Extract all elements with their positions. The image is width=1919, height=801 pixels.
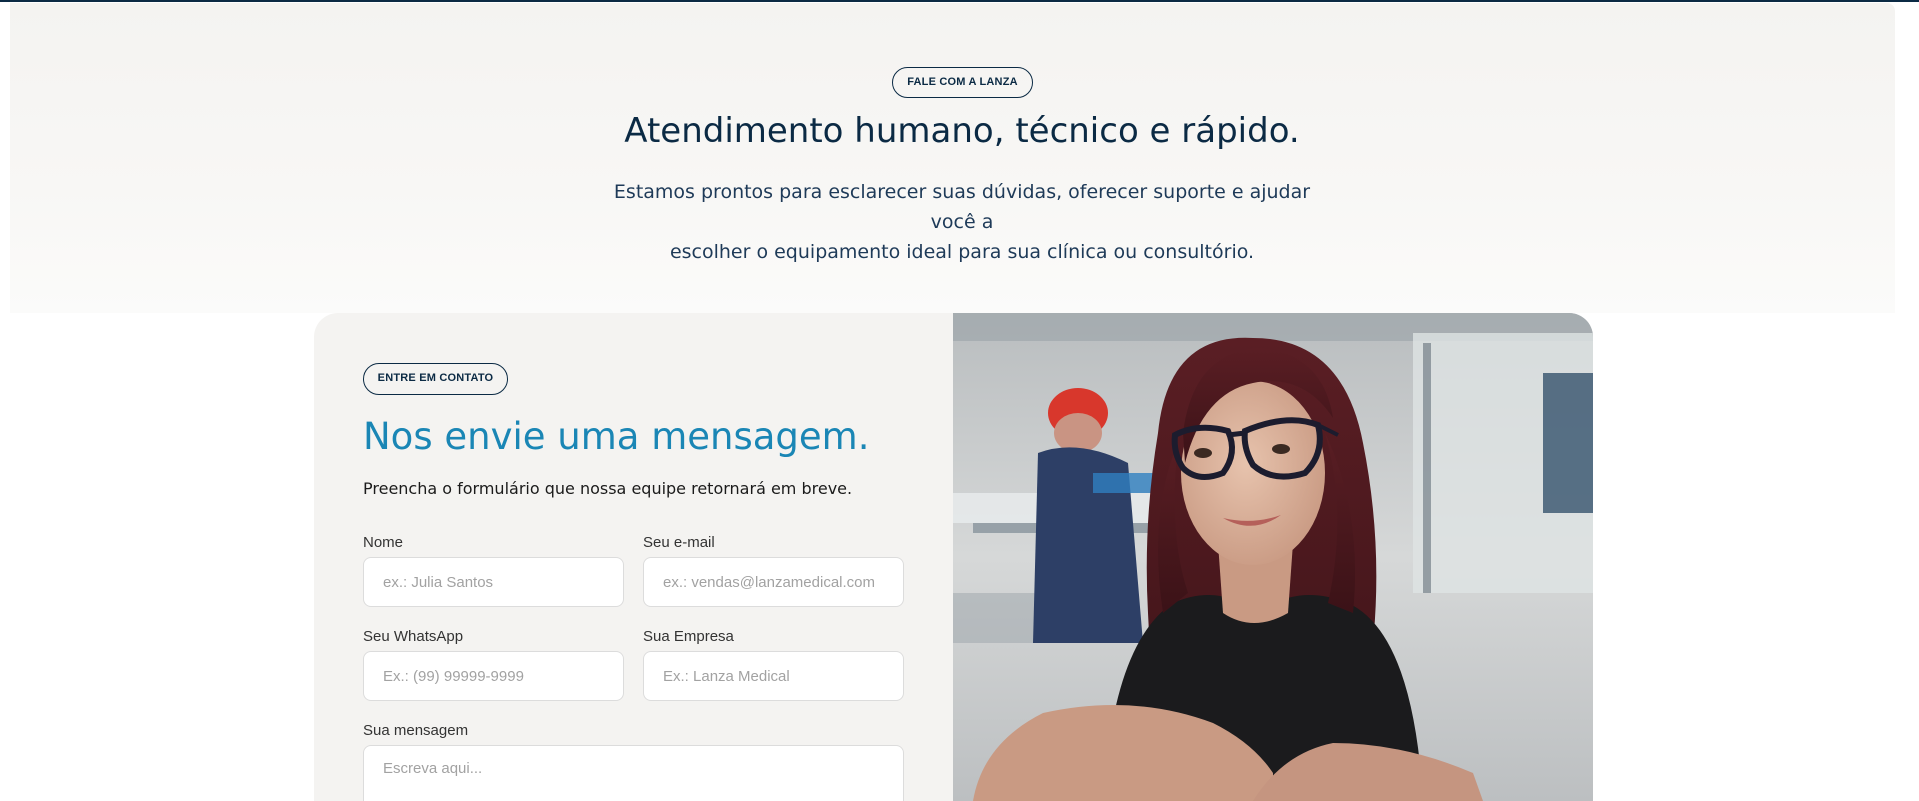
name-input[interactable] [363, 557, 624, 607]
contact-photo [953, 313, 1593, 801]
contact-badge: ENTRE EM CONTATO [363, 363, 508, 395]
contact-form-panel: ENTRE EM CONTATO Nos envie uma mensagem.… [314, 313, 953, 801]
hero-section: FALE COM A LANZA Atendimento humano, téc… [10, 3, 1895, 313]
whatsapp-input[interactable] [363, 651, 624, 701]
company-label: Sua Empresa [643, 628, 734, 645]
whatsapp-label: Seu WhatsApp [363, 628, 464, 645]
top-border [0, 0, 1919, 2]
hero-title: Atendimento humano, técnico e rápido. [624, 111, 1300, 151]
hero-subtitle-line-1: Estamos prontos para esclarecer suas dúv… [613, 181, 1311, 233]
email-label: Seu e-mail [643, 534, 715, 551]
hero-subtitle-line-2: escolher o equipamento ideal para sua cl… [669, 241, 1255, 263]
hero-badge: FALE COM A LANZA [892, 67, 1033, 98]
message-textarea[interactable] [363, 745, 904, 801]
hero-subtitle: Estamos prontos para esclarecer suas dúv… [610, 177, 1314, 267]
company-input[interactable] [643, 651, 904, 701]
name-label: Nome [363, 534, 404, 551]
woman-portrait-photo [953, 313, 1593, 801]
message-label: Sua mensagem [363, 722, 469, 739]
form-title: Nos envie uma mensagem. [363, 415, 870, 458]
contact-card: ENTRE EM CONTATO Nos envie uma mensagem.… [314, 313, 1593, 801]
form-subtitle: Preencha o formulário que nossa equipe r… [363, 479, 853, 498]
email-input[interactable] [643, 557, 904, 607]
